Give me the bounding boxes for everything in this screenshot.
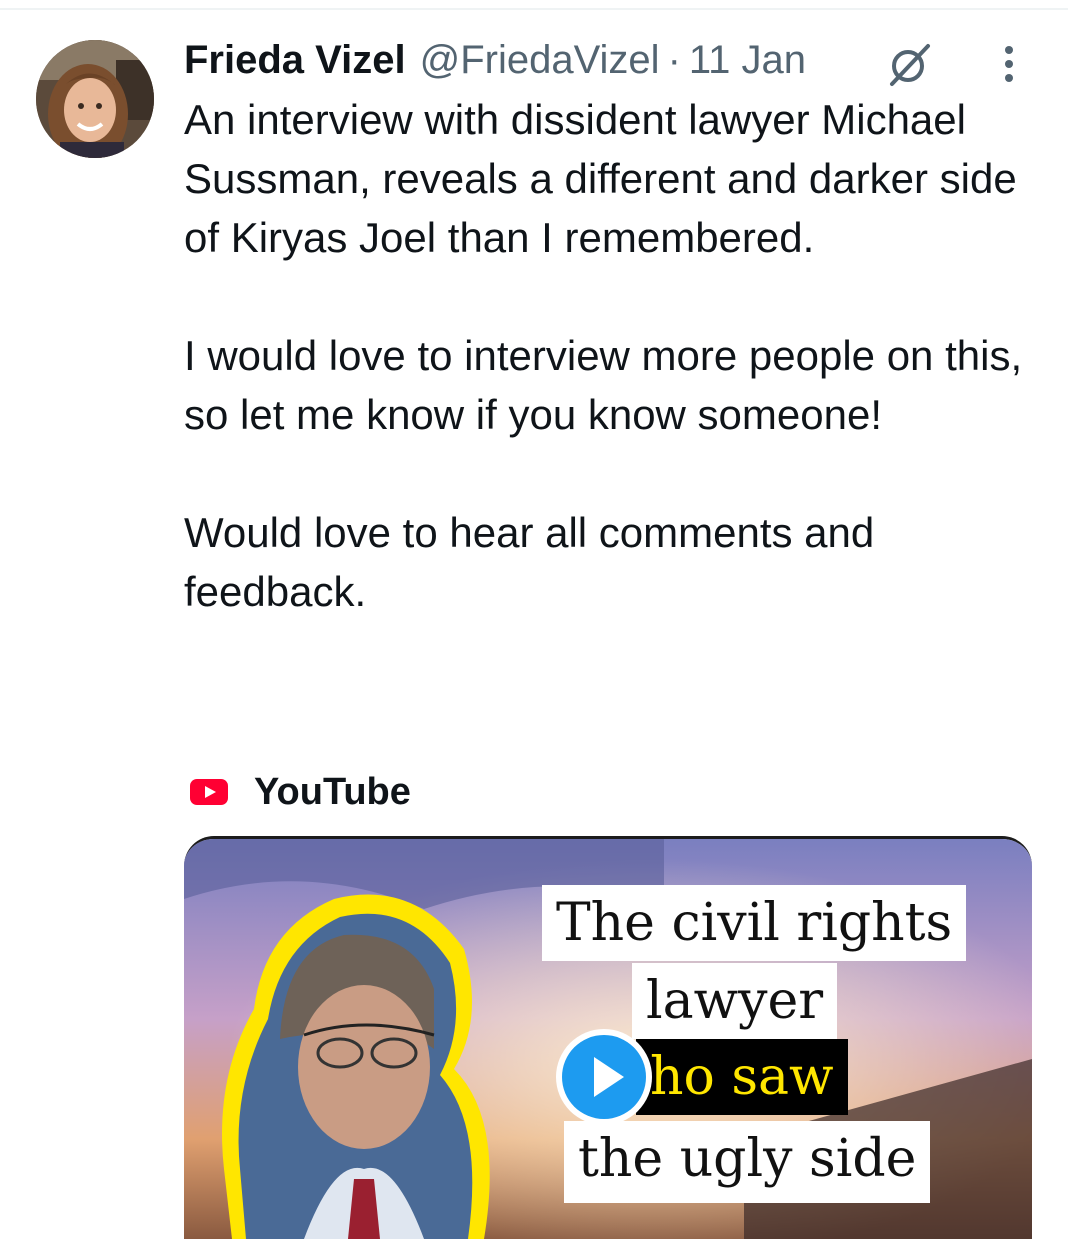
author-name[interactable]: Frieda Vizel bbox=[184, 38, 406, 83]
grok-icon[interactable] bbox=[884, 38, 936, 90]
tweet-header: Frieda Vizel @FriedaVizel · 11 Jan bbox=[184, 34, 806, 86]
tweet-paragraph-2: I would love to interview more people on… bbox=[184, 332, 1023, 438]
avatar-photo bbox=[36, 40, 154, 158]
play-button[interactable] bbox=[554, 1027, 654, 1127]
header-separator: · bbox=[667, 37, 681, 82]
tweet-date[interactable]: 11 Jan bbox=[689, 38, 806, 83]
tweet-text: An interview with dissident lawyer Micha… bbox=[184, 90, 1044, 621]
more-options-icon[interactable] bbox=[990, 38, 1028, 90]
video-card[interactable]: The civil rights lawyer ho saw the ugly … bbox=[184, 836, 1032, 1239]
thumbnail-line-4: the ugly side bbox=[564, 1121, 931, 1203]
link-source[interactable]: YouTube bbox=[190, 768, 411, 816]
thumbnail-line-3: ho saw bbox=[636, 1039, 848, 1115]
tweet-paragraph-3: Would love to hear all comments and feed… bbox=[184, 509, 875, 615]
avatar[interactable] bbox=[36, 40, 154, 158]
top-divider bbox=[0, 8, 1068, 10]
youtube-icon bbox=[190, 779, 228, 805]
thumbnail-line-2: lawyer bbox=[632, 963, 838, 1039]
thumbnail-line-1: The civil rights bbox=[542, 885, 967, 961]
author-handle[interactable]: @FriedaVizel bbox=[420, 38, 660, 83]
source-name: YouTube bbox=[254, 770, 411, 813]
tweet-paragraph-1: An interview with dissident lawyer Micha… bbox=[184, 96, 1017, 261]
